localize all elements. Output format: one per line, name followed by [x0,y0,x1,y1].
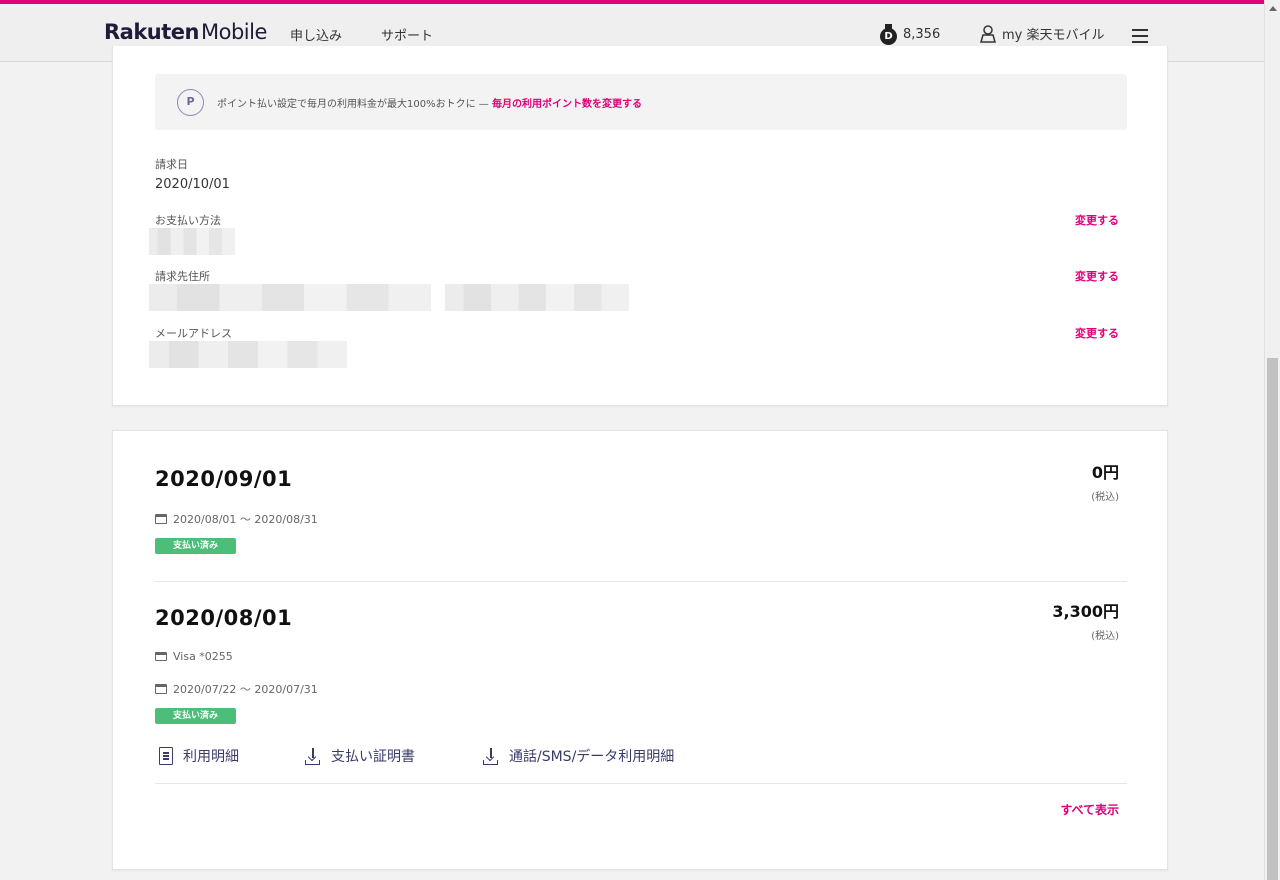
change-point-usage-link[interactable]: 毎月の利用ポイント数を変更する [492,99,642,110]
change-payment-method-link[interactable]: 変更する [1075,212,1119,228]
show-all-link[interactable]: すべて表示 [1060,801,1119,818]
points-value: 8,356 [903,26,941,42]
receipt-download-link[interactable]: 支払い証明書 [305,746,415,766]
status-badge: 支払い済み [155,538,236,554]
billing-address-label: 請求先住所 [155,270,210,283]
rakuten-mobile-logo[interactable]: RakutenMobile [104,20,267,44]
billing-date-value: 2020/10/01 [155,177,230,192]
my-rakuten-mobile-link[interactable]: my 楽天モバイル [980,24,1105,43]
point-payment-banner: P ポイント払い設定で毎月の利用料金が最大100%おトクに — 毎月の利用ポイン… [155,74,1127,130]
document-icon [159,747,173,765]
points-display[interactable]: D 8,356 [880,24,941,45]
download-icon [305,747,321,765]
billing-date-label: 請求日 [155,158,188,171]
scroll-up-arrow-icon[interactable] [1269,6,1277,11]
invoice-date[interactable]: 2020/09/01 [155,467,292,491]
divider [155,783,1127,784]
status-badge: 支払い済み [155,708,236,724]
download-icon [483,747,499,765]
invoice-history-card: 2020/09/01 0円 (税込) 2020/08/01 〜 2020/08/… [112,430,1168,870]
tax-note: (税込) [1091,492,1119,503]
redacted-address-part2 [445,284,629,311]
menu-icon[interactable] [1132,29,1148,47]
scrollbar-thumb[interactable] [1267,358,1278,880]
point-banner-text: ポイント払い設定で毎月の利用料金が最大100%おトクに — [217,99,489,110]
redacted-payment-method [149,228,235,255]
change-email-link[interactable]: 変更する [1075,325,1119,341]
tax-note: (税込) [1091,631,1119,642]
points-medal-icon: D [880,24,897,45]
email-label: メールアドレス [155,327,232,340]
billing-period: 2020/08/01 〜 2020/08/31 [155,511,318,527]
payment-card: Visa *0255 [155,650,233,663]
calendar-icon [155,684,167,694]
divider [155,581,1127,582]
change-billing-address-link[interactable]: 変更する [1075,268,1119,284]
vertical-scrollbar[interactable] [1264,0,1280,880]
user-icon [980,24,996,43]
billing-info-card: P ポイント払い設定で毎月の利用料金が最大100%おトクに — 毎月の利用ポイン… [112,46,1168,406]
account-label: my 楽天モバイル [1002,28,1105,43]
credit-card-icon [155,652,167,661]
invoice-amount: 3,300円 [1052,602,1119,621]
calendar-icon [155,514,167,524]
invoice-date[interactable]: 2020/08/01 [155,606,292,630]
usage-detail-download-link[interactable]: 通話/SMS/データ利用明細 [483,746,674,766]
billing-period: 2020/07/22 〜 2020/07/31 [155,681,318,697]
redacted-email [149,341,347,368]
point-p-icon: P [177,89,204,116]
redacted-address-part1 [149,284,431,311]
nav-support[interactable]: サポート [381,25,433,44]
statement-link[interactable]: 利用明細 [159,746,239,766]
invoice-amount: 0円 [1091,463,1119,482]
nav-apply[interactable]: 申し込み [290,25,342,44]
payment-method-label: お支払い方法 [155,214,221,227]
